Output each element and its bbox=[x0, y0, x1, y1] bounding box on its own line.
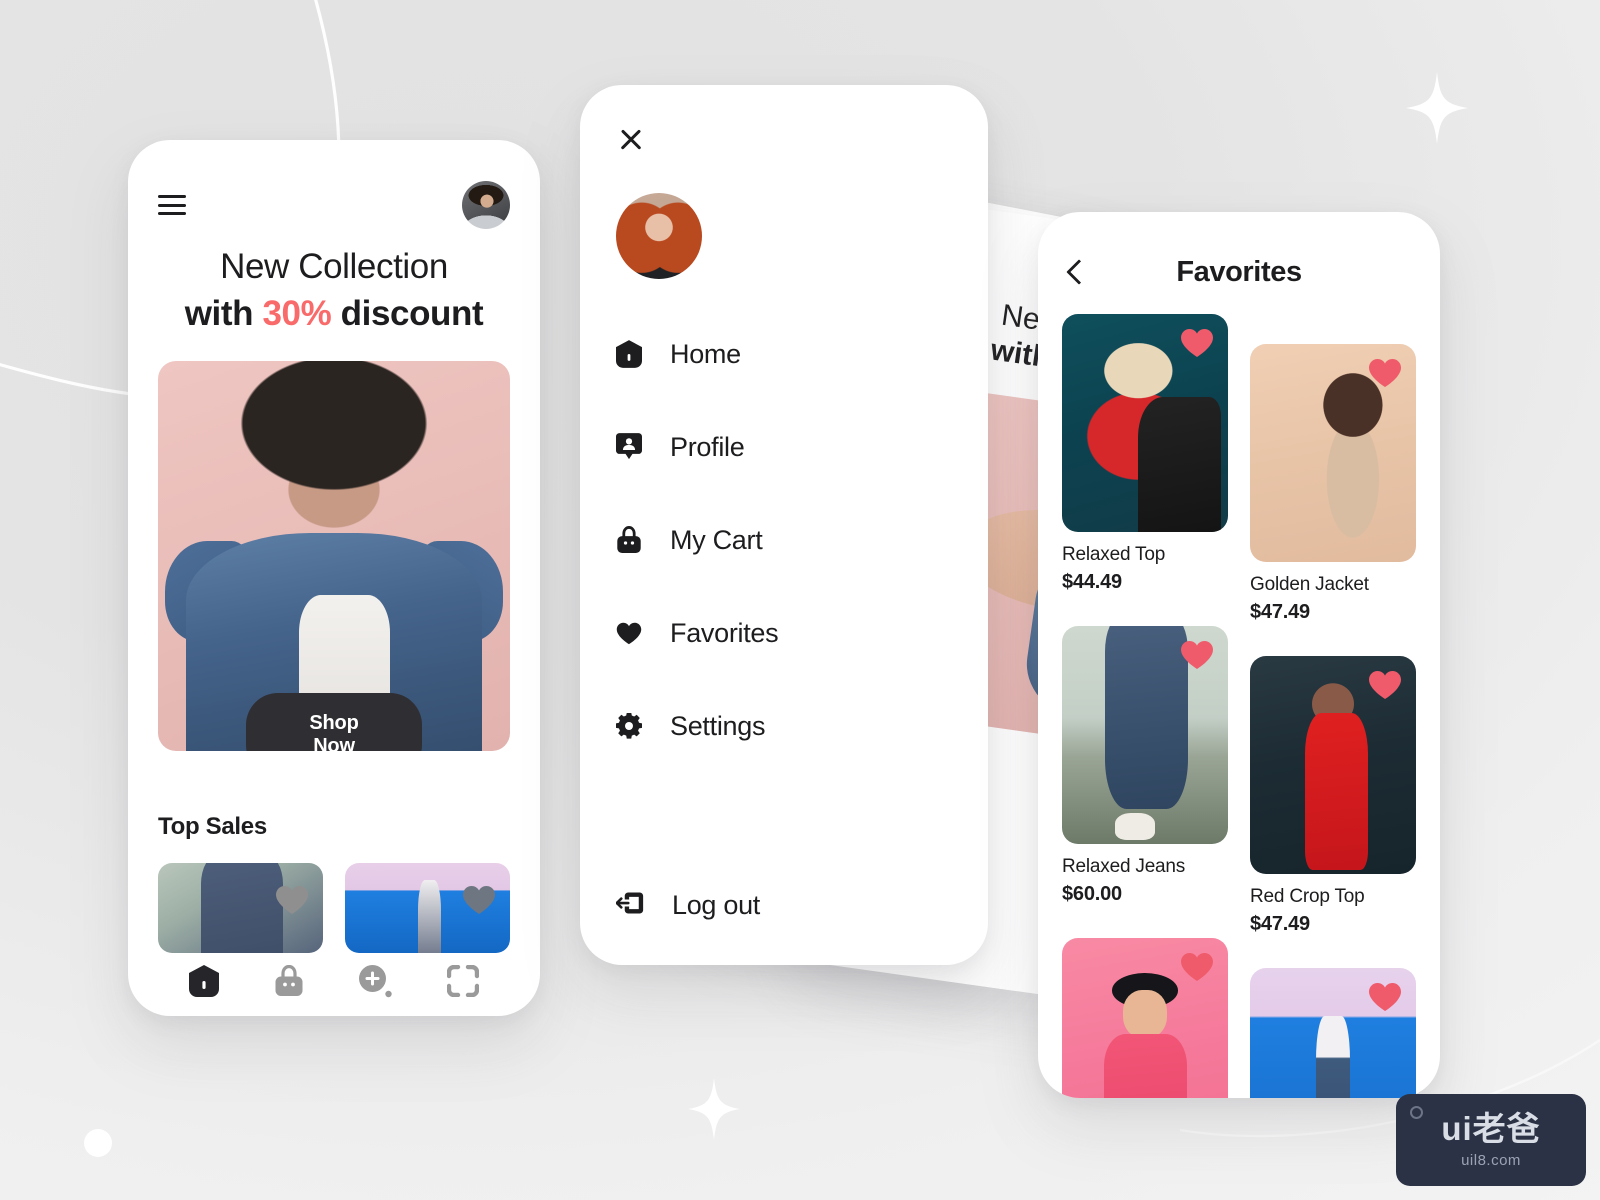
list-item[interactable] bbox=[1250, 968, 1416, 1098]
product-name: Red Crop Top bbox=[1250, 886, 1365, 907]
sparkle-icon-bottom-center bbox=[688, 1078, 740, 1140]
favorites-grid: Relaxed Top $44.49 Relaxed Jeans $60.00 bbox=[1062, 314, 1416, 1098]
list-item[interactable]: Red Crop Top $47.49 bbox=[1250, 656, 1416, 958]
list-item[interactable] bbox=[1062, 938, 1228, 1098]
decorative-dot bbox=[84, 1129, 112, 1157]
list-item[interactable] bbox=[158, 863, 323, 954]
scan-icon bbox=[446, 965, 479, 997]
product-name: Relaxed Top bbox=[1062, 544, 1166, 565]
gear-icon bbox=[616, 713, 642, 739]
headline-line1: New Collection bbox=[220, 247, 448, 286]
heart-icon[interactable] bbox=[1180, 640, 1214, 670]
product-price: $47.49 bbox=[1250, 601, 1310, 623]
heart-icon[interactable] bbox=[462, 885, 496, 915]
section-title: Top Sales bbox=[158, 813, 267, 841]
list-item[interactable]: Relaxed Top $44.49 bbox=[1062, 314, 1228, 616]
hero-product-image[interactable]: Shop Now bbox=[158, 361, 510, 752]
product-name: Golden Jacket bbox=[1250, 574, 1369, 595]
list-item[interactable]: Relaxed Jeans $60.00 bbox=[1062, 626, 1228, 928]
circle-icon bbox=[1410, 1106, 1423, 1119]
product-image[interactable] bbox=[1062, 938, 1228, 1098]
heart-icon[interactable] bbox=[1368, 982, 1402, 1012]
nav-add-button[interactable] bbox=[358, 964, 392, 998]
menu-item-label: Profile bbox=[670, 431, 745, 462]
watermark: ui老爸 uil8.com bbox=[1396, 1094, 1586, 1186]
favorites-header: Favorites bbox=[1062, 248, 1416, 296]
menu-item-favorites[interactable]: Favorites bbox=[616, 610, 952, 656]
product-image[interactable] bbox=[1250, 344, 1416, 562]
menu-item-log-out[interactable]: Log out bbox=[615, 890, 760, 921]
heart-icon[interactable] bbox=[1368, 358, 1402, 388]
menu-item-label: Settings bbox=[670, 710, 766, 741]
top-sales-list bbox=[158, 863, 510, 954]
bag-icon bbox=[616, 526, 642, 554]
list-item[interactable] bbox=[345, 863, 510, 954]
menu-list: Home Profile My Cart Favorites Settings bbox=[616, 331, 952, 749]
avatar[interactable] bbox=[462, 181, 510, 229]
shop-now-button[interactable]: Shop Now bbox=[246, 693, 422, 752]
favorites-column-left: Relaxed Top $44.49 Relaxed Jeans $60.00 bbox=[1062, 314, 1228, 1098]
avatar[interactable] bbox=[616, 193, 702, 279]
plus-circle-icon bbox=[359, 965, 392, 998]
favorites-column-right: Golden Jacket $47.49 Red Crop Top $47.49 bbox=[1250, 314, 1416, 1098]
product-price: $60.00 bbox=[1062, 883, 1122, 905]
logout-icon bbox=[615, 890, 644, 921]
headline-accent: 30% bbox=[262, 293, 332, 333]
product-image[interactable] bbox=[1250, 968, 1416, 1098]
menu-item-settings[interactable]: Settings bbox=[616, 703, 952, 749]
heart-icon[interactable] bbox=[1368, 670, 1402, 700]
watermark-title: ui老爸 bbox=[1441, 1109, 1541, 1147]
product-image[interactable] bbox=[1062, 314, 1228, 532]
home-icon bbox=[616, 340, 642, 368]
menu-drawer-screen: Home Profile My Cart Favorites Settings … bbox=[580, 85, 988, 965]
product-image[interactable] bbox=[1250, 656, 1416, 874]
menu-item-my-cart[interactable]: My Cart bbox=[616, 517, 952, 563]
menu-item-label: My Cart bbox=[670, 524, 763, 555]
home-topbar bbox=[158, 181, 510, 229]
watermark-url: uil8.com bbox=[1461, 1151, 1521, 1169]
heart-icon bbox=[616, 621, 642, 646]
product-price: $44.49 bbox=[1062, 571, 1122, 593]
product-price: $47.49 bbox=[1250, 913, 1310, 935]
headline-line2: with 30% discount bbox=[158, 293, 510, 336]
heart-icon[interactable] bbox=[1180, 952, 1214, 982]
nav-scan-button[interactable] bbox=[446, 965, 479, 997]
heart-icon[interactable] bbox=[275, 885, 309, 915]
bag-icon bbox=[275, 965, 303, 996]
favorites-screen: Favorites Relaxed Top $44.49 Relaxed Jea… bbox=[1038, 212, 1440, 1098]
close-icon[interactable] bbox=[616, 125, 646, 155]
menu-item-profile[interactable]: Profile bbox=[616, 424, 952, 470]
menu-item-label: Log out bbox=[672, 890, 760, 920]
headline-suffix: discount bbox=[331, 293, 484, 333]
product-name: Relaxed Jeans bbox=[1062, 856, 1186, 877]
nav-cart-button[interactable] bbox=[274, 965, 304, 997]
heart-icon[interactable] bbox=[1180, 328, 1214, 358]
bottom-navigation bbox=[128, 964, 540, 998]
home-icon bbox=[189, 965, 220, 997]
menu-item-label: Favorites bbox=[670, 617, 779, 648]
profile-icon bbox=[616, 433, 642, 461]
hamburger-icon[interactable] bbox=[158, 195, 186, 215]
page-title: Favorites bbox=[1176, 255, 1302, 288]
sparkle-icon-top-right bbox=[1406, 72, 1468, 144]
menu-item-home[interactable]: Home bbox=[616, 331, 952, 377]
home-screen: New Collection with 30% discount Shop No… bbox=[128, 140, 540, 1016]
nav-home-button[interactable] bbox=[189, 965, 220, 997]
page-title: New Collection with 30% discount bbox=[158, 246, 510, 335]
list-item[interactable]: Golden Jacket $47.49 bbox=[1250, 344, 1416, 646]
menu-item-label: Home bbox=[670, 338, 741, 369]
product-image[interactable] bbox=[1062, 626, 1228, 844]
headline-prefix: with bbox=[184, 293, 263, 333]
